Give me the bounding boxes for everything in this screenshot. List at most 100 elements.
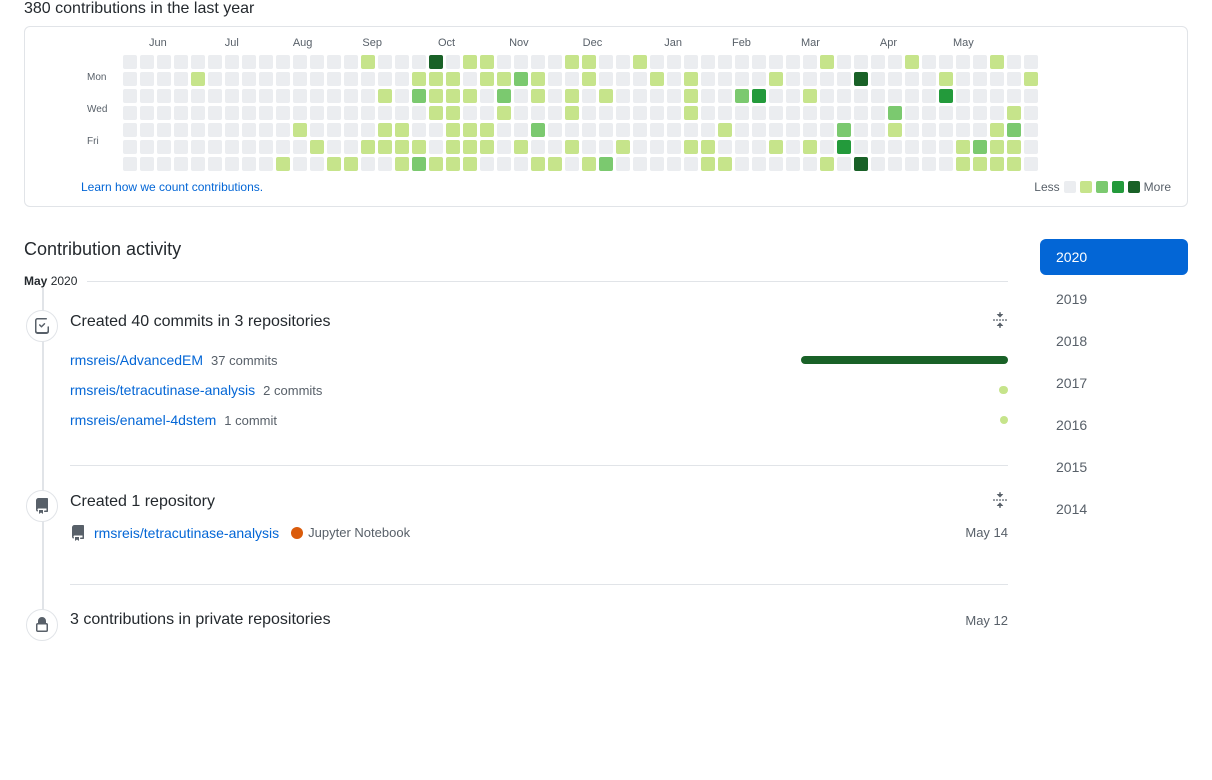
calendar-day[interactable]: [684, 157, 698, 171]
calendar-day[interactable]: [701, 157, 715, 171]
calendar-day[interactable]: [905, 55, 919, 69]
calendar-day[interactable]: [616, 157, 630, 171]
calendar-day[interactable]: [786, 123, 800, 137]
calendar-day[interactable]: [701, 72, 715, 86]
calendar-day[interactable]: [837, 140, 851, 154]
calendar-day[interactable]: [378, 55, 392, 69]
year-filter-2018[interactable]: 2018: [1040, 323, 1188, 359]
calendar-day[interactable]: [905, 157, 919, 171]
calendar-day[interactable]: [582, 72, 596, 86]
calendar-day[interactable]: [582, 106, 596, 120]
calendar-day[interactable]: [463, 89, 477, 103]
calendar-day[interactable]: [361, 140, 375, 154]
created-repo-link[interactable]: rmsreis/tetracutinase-analysis: [94, 525, 279, 541]
calendar-day[interactable]: [1024, 106, 1038, 120]
calendar-day[interactable]: [531, 72, 545, 86]
calendar-day[interactable]: [803, 72, 817, 86]
calendar-day[interactable]: [140, 55, 154, 69]
calendar-day[interactable]: [378, 89, 392, 103]
calendar-day[interactable]: [633, 157, 647, 171]
calendar-day[interactable]: [344, 55, 358, 69]
calendar-day[interactable]: [888, 157, 902, 171]
calendar-day[interactable]: [531, 123, 545, 137]
calendar-day[interactable]: [327, 106, 341, 120]
calendar-day[interactable]: [310, 140, 324, 154]
calendar-day[interactable]: [463, 55, 477, 69]
calendar-day[interactable]: [1024, 72, 1038, 86]
calendar-day[interactable]: [242, 106, 256, 120]
calendar-day[interactable]: [735, 140, 749, 154]
calendar-day[interactable]: [684, 89, 698, 103]
calendar-day[interactable]: [429, 140, 443, 154]
calendar-day[interactable]: [327, 140, 341, 154]
calendar-day[interactable]: [667, 106, 681, 120]
calendar-day[interactable]: [922, 140, 936, 154]
calendar-day[interactable]: [344, 106, 358, 120]
calendar-day[interactable]: [548, 55, 562, 69]
calendar-day[interactable]: [208, 55, 222, 69]
calendar-day[interactable]: [990, 140, 1004, 154]
calendar-day[interactable]: [871, 157, 885, 171]
repo-link[interactable]: rmsreis/enamel-4dstem: [70, 412, 216, 428]
calendar-day[interactable]: [446, 123, 460, 137]
calendar-day[interactable]: [939, 55, 953, 69]
calendar-day[interactable]: [786, 55, 800, 69]
calendar-day[interactable]: [123, 157, 137, 171]
calendar-day[interactable]: [140, 72, 154, 86]
calendar-day[interactable]: [939, 106, 953, 120]
calendar-day[interactable]: [174, 72, 188, 86]
calendar-day[interactable]: [140, 106, 154, 120]
calendar-day[interactable]: [616, 89, 630, 103]
calendar-day[interactable]: [378, 157, 392, 171]
calendar-day[interactable]: [820, 89, 834, 103]
commits-heading[interactable]: Created 40 commits in 3 repositories: [70, 313, 331, 331]
calendar-day[interactable]: [140, 140, 154, 154]
calendar-day[interactable]: [599, 123, 613, 137]
calendar-day[interactable]: [1007, 72, 1021, 86]
calendar-day[interactable]: [293, 55, 307, 69]
calendar-day[interactable]: [803, 157, 817, 171]
calendar-day[interactable]: [582, 123, 596, 137]
calendar-day[interactable]: [242, 55, 256, 69]
calendar-day[interactable]: [514, 72, 528, 86]
calendar-day[interactable]: [225, 123, 239, 137]
calendar-day[interactable]: [174, 55, 188, 69]
calendar-day[interactable]: [395, 106, 409, 120]
calendar-day[interactable]: [259, 89, 273, 103]
calendar-day[interactable]: [310, 106, 324, 120]
calendar-day[interactable]: [191, 106, 205, 120]
calendar-day[interactable]: [888, 106, 902, 120]
calendar-day[interactable]: [429, 55, 443, 69]
calendar-day[interactable]: [565, 106, 579, 120]
calendar-day[interactable]: [429, 72, 443, 86]
calendar-day[interactable]: [990, 157, 1004, 171]
calendar-day[interactable]: [735, 106, 749, 120]
calendar-day[interactable]: [327, 157, 341, 171]
calendar-day[interactable]: [752, 72, 766, 86]
calendar-day[interactable]: [735, 72, 749, 86]
calendar-day[interactable]: [616, 123, 630, 137]
calendar-day[interactable]: [344, 140, 358, 154]
calendar-day[interactable]: [395, 140, 409, 154]
calendar-day[interactable]: [973, 157, 987, 171]
calendar-day[interactable]: [922, 72, 936, 86]
calendar-day[interactable]: [140, 123, 154, 137]
calendar-day[interactable]: [616, 55, 630, 69]
calendar-day[interactable]: [820, 157, 834, 171]
calendar-day[interactable]: [854, 106, 868, 120]
calendar-day[interactable]: [497, 106, 511, 120]
calendar-day[interactable]: [735, 123, 749, 137]
calendar-day[interactable]: [718, 89, 732, 103]
calendar-day[interactable]: [684, 72, 698, 86]
calendar-day[interactable]: [327, 89, 341, 103]
calendar-day[interactable]: [548, 123, 562, 137]
calendar-day[interactable]: [514, 106, 528, 120]
calendar-day[interactable]: [259, 55, 273, 69]
calendar-day[interactable]: [939, 89, 953, 103]
calendar-day[interactable]: [123, 140, 137, 154]
calendar-day[interactable]: [905, 106, 919, 120]
calendar-day[interactable]: [905, 140, 919, 154]
calendar-day[interactable]: [157, 106, 171, 120]
calendar-day[interactable]: [871, 72, 885, 86]
calendar-day[interactable]: [429, 157, 443, 171]
